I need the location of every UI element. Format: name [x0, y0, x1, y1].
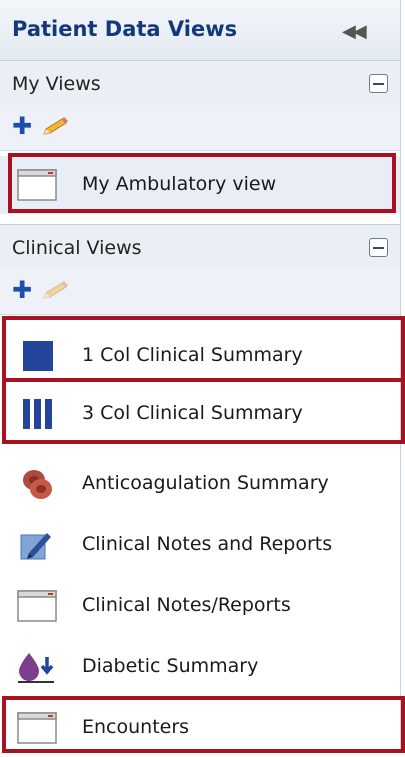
clinical-views-toolbar: ✚: [0, 269, 400, 315]
view-item-label: Diabetic Summary: [82, 655, 259, 677]
blank-document-icon: [17, 169, 57, 201]
collapse-my-views-icon[interactable]: [369, 74, 388, 93]
my-views-label: My Views: [12, 73, 101, 95]
panel-title-bar: Patient Data Views ◀◀: [0, 0, 400, 61]
clinical-views-header[interactable]: Clinical Views: [0, 224, 400, 271]
view-item-label: My Ambulatory view: [82, 173, 277, 195]
view-item-clinical-notes-reports[interactable]: Clinical Notes/Reports: [0, 577, 400, 635]
plus-icon[interactable]: ✚: [12, 278, 32, 302]
my-views-header[interactable]: My Views: [0, 60, 400, 107]
blood-cells-icon: [23, 470, 52, 499]
view-item-label: 1 Col Clinical Summary: [82, 344, 303, 366]
pencil-icon[interactable]: [38, 281, 70, 301]
clinical-views-label: Clinical Views: [12, 237, 142, 259]
note-pen-icon: [20, 533, 51, 560]
collapse-clinical-views-icon[interactable]: [369, 238, 388, 257]
view-item-1-col-clinical-summary[interactable]: 1 Col Clinical Summary: [0, 327, 400, 385]
view-item-label: Encounters: [82, 716, 190, 738]
view-item-label: 3 Col Clinical Summary: [82, 402, 303, 424]
my-views-toolbar: ✚: [0, 105, 400, 151]
view-item-label: Clinical Notes and Reports: [82, 533, 333, 555]
view-item-my-ambulatory[interactable]: My Ambulatory view: [0, 156, 400, 214]
view-item-3-col-clinical-summary[interactable]: 3 Col Clinical Summary: [0, 385, 400, 443]
panel-title: Patient Data Views: [12, 17, 238, 41]
patient-data-views-panel: Patient Data Views ◀◀ My Views ✚ My Ambu…: [0, 0, 401, 753]
single-column-icon: [23, 341, 53, 371]
view-item-label: Clinical Notes/Reports: [82, 594, 291, 616]
three-column-icon: [23, 399, 52, 429]
pencil-icon[interactable]: [38, 117, 70, 137]
view-item-clinical-notes-and-reports[interactable]: Clinical Notes and Reports: [0, 516, 400, 574]
view-item-anticoagulation-summary[interactable]: Anticoagulation Summary: [0, 455, 400, 513]
view-item-label: Anticoagulation Summary: [82, 472, 329, 494]
blood-drop-icon: [18, 653, 54, 683]
plus-icon[interactable]: ✚: [12, 114, 32, 138]
view-item-diabetic-summary[interactable]: Diabetic Summary: [0, 638, 400, 696]
double-chevron-left-icon[interactable]: ◀◀: [342, 21, 367, 42]
view-item-encounters[interactable]: Encounters: [0, 699, 400, 757]
blank-document-icon: [17, 712, 57, 744]
blank-document-icon: [17, 590, 57, 622]
